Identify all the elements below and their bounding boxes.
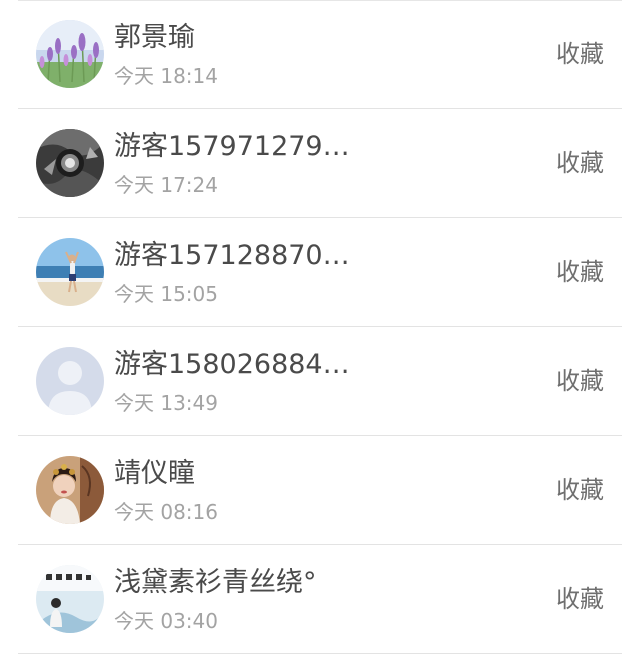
contact-name: 游客1579712790… [114,131,354,162]
favorite-button[interactable]: 收藏 [556,145,604,181]
avatar[interactable] [36,347,104,415]
visit-time: 今天 13:49 [114,391,218,415]
list-item[interactable]: 郭景瑜 今天 18:14 收藏 [0,0,640,109]
list-item[interactable]: 游客1579712790… 今天 17:24 收藏 [0,109,640,218]
avatar[interactable] [36,565,104,633]
visit-time: 今天 03:40 [114,609,218,633]
contact-name: 游客1580268847… [114,349,354,380]
visitor-list: 郭景瑜 今天 18:14 收藏 游客1579712790… 今天 17:24 收… [0,0,640,661]
favorite-button[interactable]: 收藏 [556,581,604,617]
list-item[interactable]: 靖仪瞳 今天 08:16 收藏 [0,436,640,545]
visit-time: 今天 15:05 [114,282,218,306]
list-item[interactable]: 浅黛素衫青丝绕° 今天 03:40 收藏 [0,545,640,654]
list-item[interactable]: 游客1571288707… 今天 15:05 收藏 [0,218,640,327]
avatar[interactable] [36,238,104,306]
contact-name: 游客1571288707… [114,240,354,271]
avatar[interactable] [36,20,104,88]
divider [18,653,622,654]
visit-time: 今天 17:24 [114,173,218,197]
avatar[interactable] [36,456,104,524]
favorite-button[interactable]: 收藏 [556,472,604,508]
contact-name: 郭景瑜 [114,22,195,53]
default-user-avatar-icon [36,347,104,415]
favorite-button[interactable]: 收藏 [556,254,604,290]
lavender-field-avatar-icon [36,20,104,88]
visit-time: 今天 18:14 [114,64,218,88]
contact-name: 靖仪瞳 [114,458,195,489]
beach-person-avatar-icon [36,238,104,306]
calligraphy-figure-avatar-icon [36,565,104,633]
list-item[interactable]: 游客1580268847… 今天 13:49 收藏 [0,327,640,436]
favorite-button[interactable]: 收藏 [556,363,604,399]
visit-time: 今天 08:16 [114,500,218,524]
costume-portrait-avatar-icon [36,456,104,524]
contact-name: 浅黛素衫青丝绕° [114,567,317,598]
avatar[interactable] [36,129,104,197]
favorite-button[interactable]: 收藏 [556,36,604,72]
dark-abstract-avatar-icon [36,129,104,197]
